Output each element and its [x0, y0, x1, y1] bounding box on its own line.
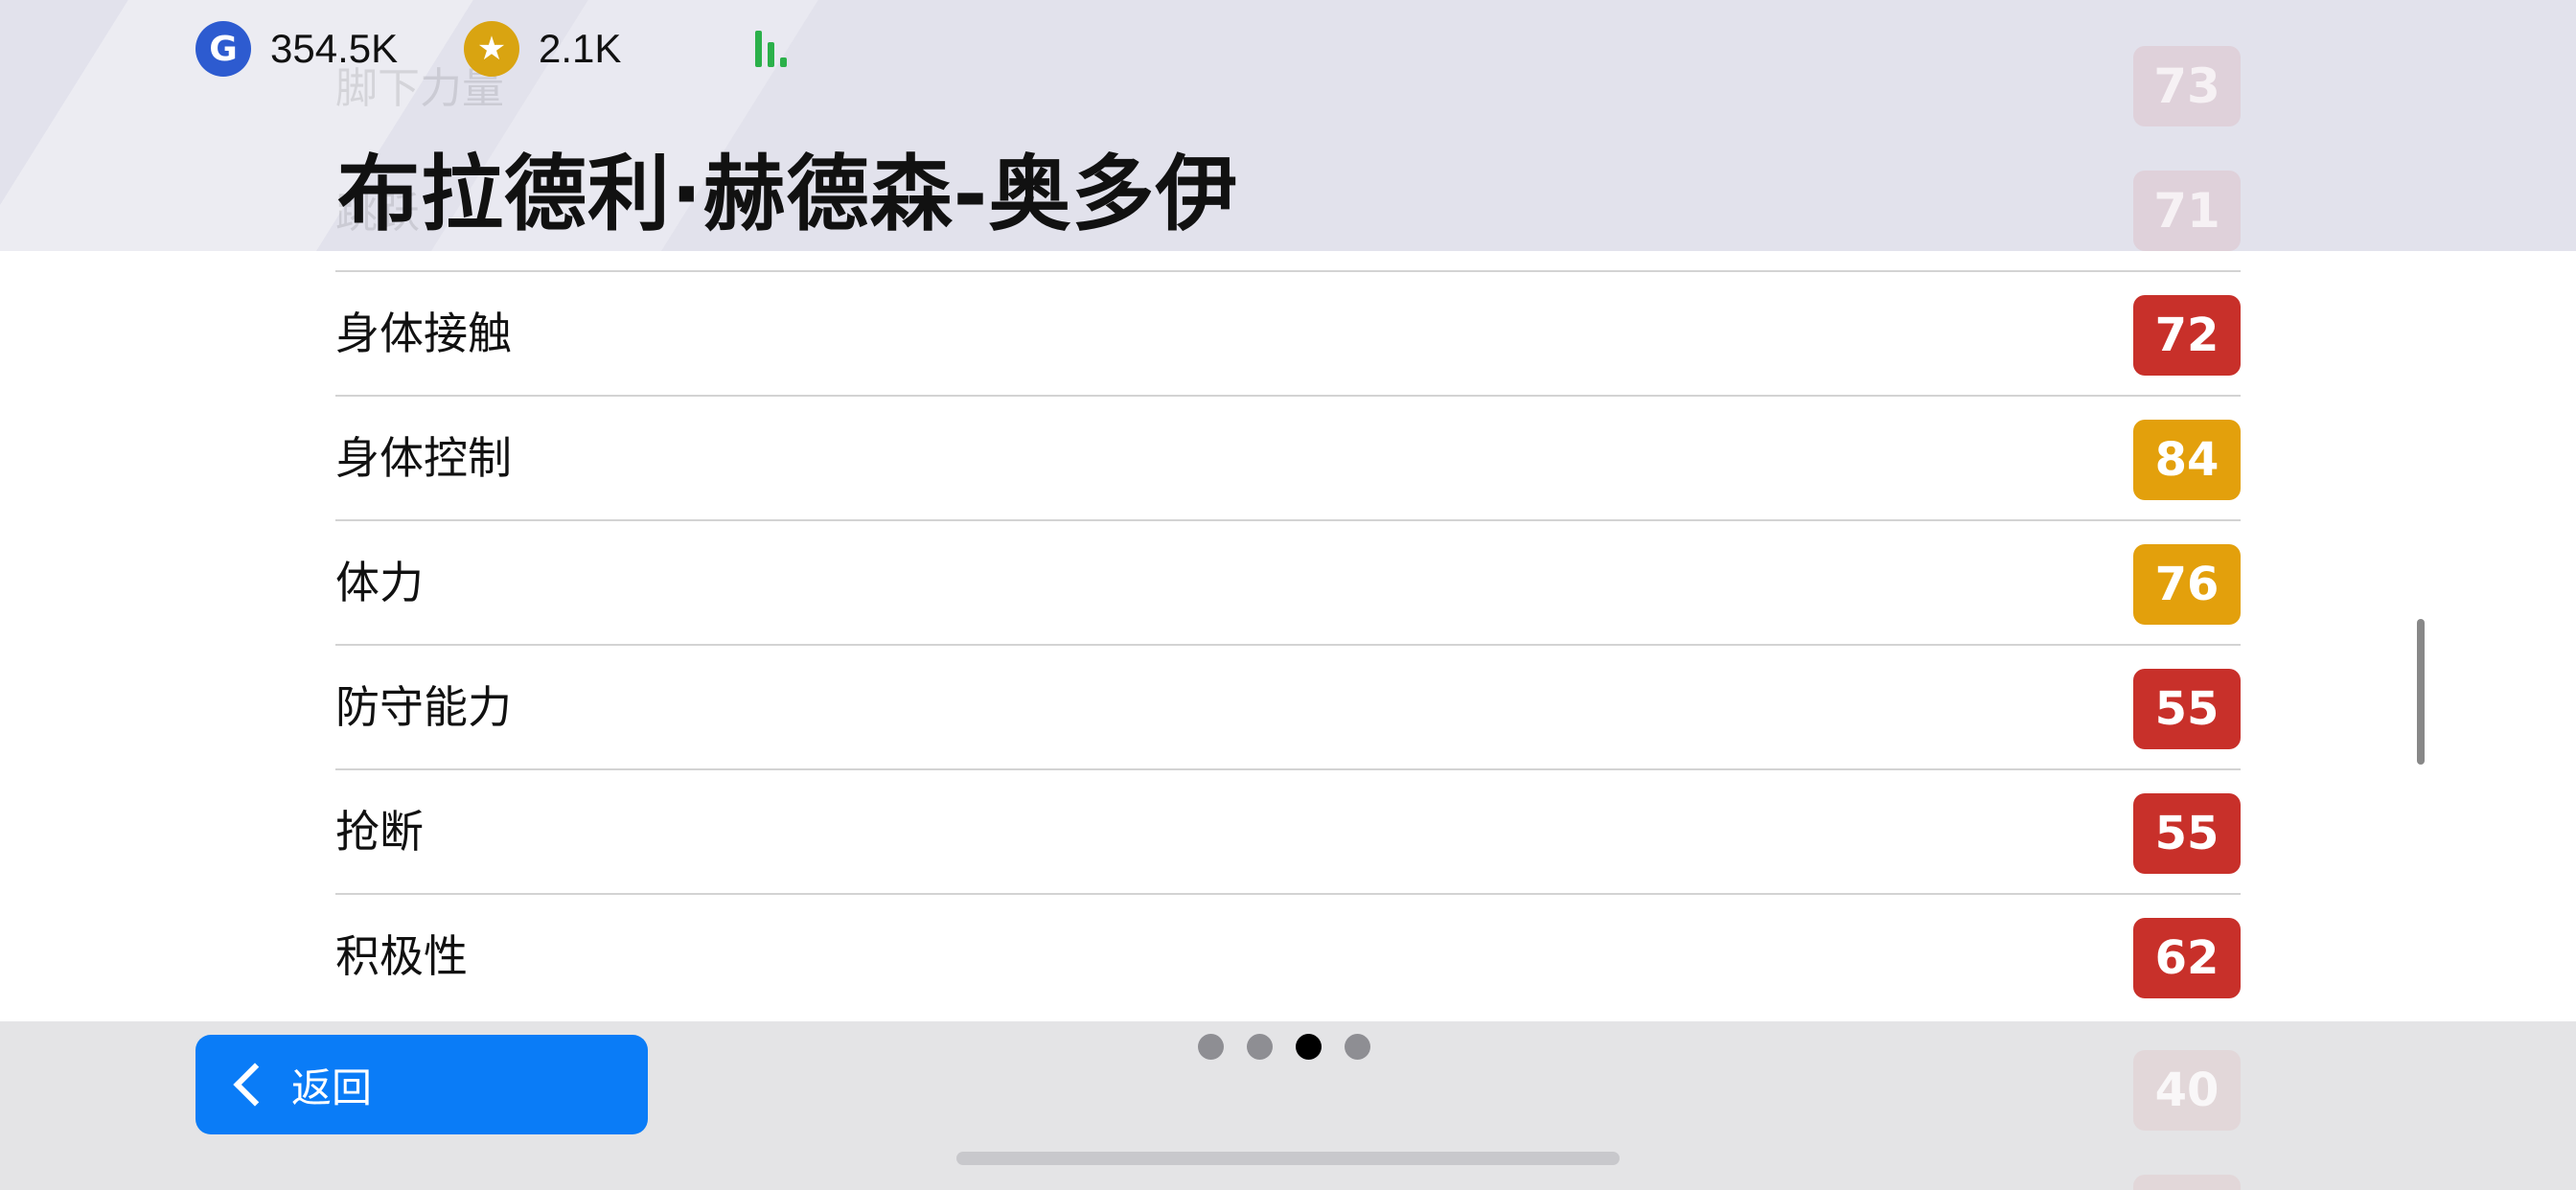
- ghost-row-badge: 73: [2133, 46, 2241, 126]
- ghost-row-badge: 71: [2133, 171, 2241, 251]
- ghost-row-badge: [2133, 1175, 2241, 1190]
- gp-amount: 354.5K: [270, 26, 399, 71]
- stats-list[interactable]: 身体接触 72 身体控制 84 体力 76 防守能力 55 抢断 55 积极性 …: [335, 270, 2241, 1018]
- page-indicator: [1198, 1034, 1370, 1060]
- stat-label: 身体控制: [335, 432, 512, 484]
- stat-label: 体力: [335, 557, 424, 608]
- stat-value-badge: 76: [2133, 544, 2241, 625]
- player-name: 布拉德利·赫德森-奥多伊: [337, 147, 1239, 242]
- page-dot[interactable]: [1198, 1034, 1224, 1060]
- stat-label: 身体接触: [335, 308, 512, 359]
- stat-value-badge: 55: [2133, 793, 2241, 874]
- chevron-left-icon: [233, 1063, 277, 1107]
- page-dot[interactable]: [1247, 1034, 1273, 1060]
- page-dot[interactable]: [1345, 1034, 1370, 1060]
- stat-row: 体力 76: [335, 519, 2241, 644]
- stat-label: 防守能力: [335, 681, 512, 733]
- stat-value-badge: 55: [2133, 669, 2241, 749]
- stat-value-badge: 62: [2133, 918, 2241, 998]
- g-coin-icon: G: [196, 21, 251, 77]
- back-button-label: 返回: [291, 1064, 373, 1111]
- stat-row: 积极性 62: [335, 893, 2241, 1018]
- stat-value-badge: 84: [2133, 420, 2241, 500]
- stat-row: 防守能力 55: [335, 644, 2241, 768]
- ghost-row-badge: 40: [2133, 1050, 2241, 1131]
- stat-label: 抢断: [335, 806, 424, 858]
- coin-balance: ★ 2.1K: [464, 21, 621, 77]
- back-button[interactable]: 返回: [196, 1035, 648, 1134]
- gp-balance: G 354.5K: [196, 21, 398, 77]
- home-indicator[interactable]: [956, 1152, 1620, 1165]
- star-coin-icon: ★: [464, 21, 519, 77]
- page-dot-active[interactable]: [1296, 1034, 1322, 1060]
- stat-value-badge: 72: [2133, 295, 2241, 376]
- stat-label: 积极性: [335, 930, 468, 982]
- stat-row: 身体控制 84: [335, 395, 2241, 519]
- scrollbar[interactable]: [2417, 619, 2425, 765]
- coin-amount: 2.1K: [539, 26, 622, 71]
- stat-row: 抢断 55: [335, 768, 2241, 893]
- header-bar: 脚下力量 73 跳跃 71 G 354.5K ★ 2.1K 布拉德利·赫德森-奥…: [0, 0, 2576, 251]
- stat-row: 身体接触 72: [335, 270, 2241, 395]
- signal-strength-icon: [755, 29, 794, 67]
